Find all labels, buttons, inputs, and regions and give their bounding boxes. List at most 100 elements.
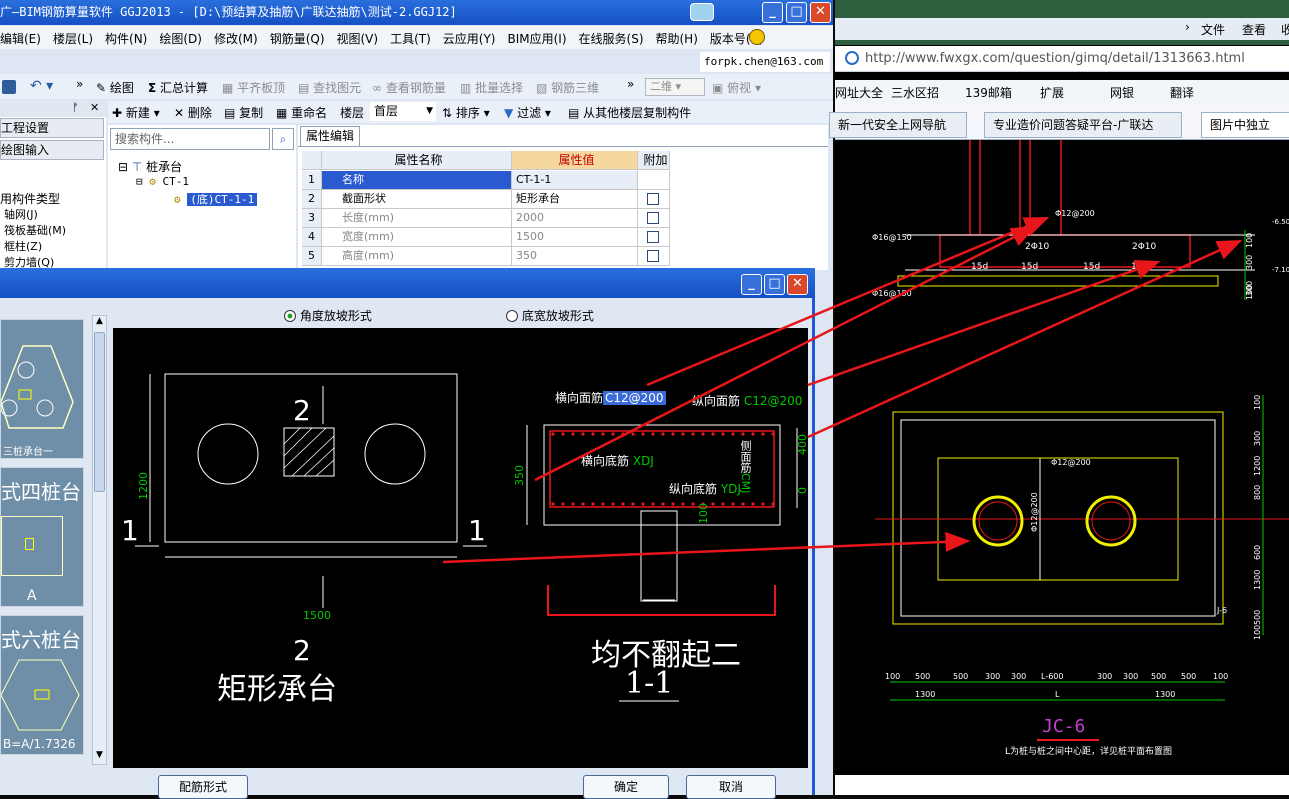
ok-button[interactable]: 确定 <box>583 775 669 799</box>
nav-item[interactable]: 筏板基础(M) <box>4 223 66 239</box>
scroll-thumb[interactable] <box>94 332 105 492</box>
menu-item[interactable]: 帮助(H) <box>656 30 698 47</box>
menu-item[interactable]: 云应用(Y) <box>443 30 496 47</box>
tree-root[interactable]: ⊟ ⊤ 桩承台 <box>118 158 182 175</box>
sum-button[interactable]: Σ 汇总计算 <box>148 79 208 96</box>
address-bar[interactable]: http://www.fwxgx.com/question/gimq/detai… <box>835 46 1289 72</box>
grid-prop-value[interactable]: CT-1-1 <box>512 171 638 190</box>
menu-item[interactable]: 编辑(E) <box>0 30 41 47</box>
nav-item[interactable]: 框柱(Z) <box>4 239 66 255</box>
dialog-minimize-button[interactable]: _ <box>741 274 762 295</box>
grid-prop-name[interactable]: 高度(mm) <box>322 247 512 266</box>
browser-tab[interactable]: 专业造价问题答疑平台-广联达 <box>984 112 1182 138</box>
copy-from-floor-button[interactable]: ▤ 从其他楼层复制构件 <box>568 104 691 121</box>
floor-select[interactable]: 首层 ▼ <box>370 102 436 121</box>
rebar-form-button[interactable]: 配筋形式 <box>158 775 248 799</box>
radio-angle[interactable]: 角度放坡形式 <box>284 307 372 324</box>
dialog-maximize-button[interactable]: □ <box>764 274 785 295</box>
radio-bottom-width[interactable]: 底宽放坡形式 <box>506 307 594 324</box>
nav-draw-input[interactable]: 绘图输入 <box>0 140 104 160</box>
bookmark-item[interactable]: 三水区招 <box>891 84 939 101</box>
thumb-six-pile-sub: B=A/1.7326 <box>3 737 76 751</box>
bookmark-item[interactable]: 网银 <box>1110 84 1134 101</box>
pin-icon[interactable]: ᚠ <box>72 100 79 116</box>
search-input[interactable]: 搜索构件... <box>110 128 270 150</box>
minimize-button[interactable]: _ <box>762 2 783 23</box>
grid-prop-name[interactable]: 长度(mm) <box>322 209 512 228</box>
menu-item[interactable]: 楼层(L) <box>53 30 93 47</box>
cad-canvas[interactable]: 2 2 1 1 1200 1500 矩形承台 横向面筋 C12@200 纵向面筋 … <box>113 328 808 768</box>
browser-nav-arrow[interactable]: › <box>1185 20 1190 34</box>
extra-checkbox[interactable] <box>647 231 659 243</box>
dialog-close-button[interactable]: ✕ <box>787 274 808 295</box>
undo-icon[interactable]: ↶ ▾ <box>30 78 53 94</box>
find-button[interactable]: ▤ 查找图元 <box>298 79 361 96</box>
new-button[interactable]: ✚ 新建 ▾ <box>112 104 160 121</box>
url-text[interactable]: http://www.fwxgx.com/question/gimq/detai… <box>865 51 1245 66</box>
thumb-scrollbar[interactable]: ▲ ▼ <box>92 315 107 765</box>
bookmark-item[interactable]: 翻译 <box>1170 84 1194 101</box>
grid-prop-name[interactable]: 宽度(mm) <box>322 228 512 247</box>
menu-item[interactable]: 钢筋量(Q) <box>270 30 325 47</box>
account-box[interactable]: forpk.chen@163.com ▾ <box>700 52 830 87</box>
copy-button[interactable]: ▤ 复制 <box>224 104 263 121</box>
delete-button[interactable]: ✕ 删除 <box>174 104 212 121</box>
browser-tab[interactable]: 图片中独立 <box>1201 112 1289 138</box>
filter-button[interactable]: ▼ 过滤 ▾ <box>504 104 551 121</box>
cancel-button[interactable]: 取消 <box>686 775 776 799</box>
extra-checkbox[interactable] <box>647 193 659 205</box>
browser-tab[interactable]: 新一代安全上网导航 <box>829 112 967 138</box>
help-face-icon[interactable] <box>749 29 765 45</box>
browser-nav-file[interactable]: 文件 <box>1201 21 1225 38</box>
rename-button[interactable]: ▦ 重命名 <box>276 104 327 121</box>
nav-item[interactable]: 轴网(J) <box>4 207 66 223</box>
nav-project-settings[interactable]: 工程设置 <box>0 118 104 138</box>
menu-item[interactable]: 构件(N) <box>105 30 147 47</box>
extra-checkbox[interactable] <box>647 250 659 262</box>
grid-prop-value[interactable]: 1500 <box>512 228 638 247</box>
tree-leaf[interactable]: ⚙ (底)CT-1-1 <box>174 191 258 207</box>
close-button[interactable]: ✕ <box>810 2 831 23</box>
tree-child[interactable]: ⊟ ⚙ CT-1 <box>136 175 189 188</box>
view-rebar-button[interactable]: ∞ 查看钢筋量 <box>372 79 446 96</box>
grid-prop-value[interactable]: 2000 <box>512 209 638 228</box>
browser-nav-fav[interactable]: 收 <box>1281 21 1289 38</box>
draw-label: 绘图 <box>109 81 134 95</box>
draw-button[interactable]: ✎ 绘图 <box>96 79 134 96</box>
more-icon[interactable]: » <box>76 77 83 91</box>
view-mode-button[interactable]: ▣ 俯视 ▾ <box>712 79 761 96</box>
menu-item[interactable]: BIM应用(I) <box>507 30 566 47</box>
thumb-four-pile[interactable]: 式四桩台 A <box>0 467 84 607</box>
maximize-button[interactable]: □ <box>786 2 807 23</box>
menu-item[interactable]: 在线服务(S) <box>579 30 644 47</box>
assistant-icon[interactable] <box>690 3 714 21</box>
grid-prop-name[interactable]: 名称 <box>322 171 512 190</box>
batch-button[interactable]: ▥ 批量选择 <box>460 79 523 96</box>
scroll-down-icon[interactable]: ▼ <box>93 750 106 764</box>
bookmark-item[interactable]: 139邮箱 <box>965 84 1012 101</box>
tab-property-edit[interactable]: 属性编辑 <box>300 126 360 146</box>
more-icon-2[interactable]: » <box>627 77 634 91</box>
search-icon[interactable]: ⌕ <box>272 128 294 150</box>
menu-item[interactable]: 修改(M) <box>214 30 258 47</box>
bookmark-item[interactable]: 网址大全 <box>835 84 883 101</box>
menu-item[interactable]: 绘图(D) <box>159 30 202 47</box>
save-icon[interactable] <box>2 80 16 94</box>
thumb-three-pile[interactable]: 三桩承台一 <box>0 319 84 459</box>
grid-prop-value[interactable]: 350 <box>512 247 638 266</box>
rebar3d-button[interactable]: ▧ 钢筋三维 <box>536 79 599 96</box>
grid-prop-name[interactable]: 截面形状 <box>322 190 512 209</box>
grid-prop-value[interactable]: 矩形承台 <box>512 190 638 209</box>
thumb-six-pile[interactable]: 式六桩台 B=A/1.7326 <box>0 615 84 755</box>
sort-button[interactable]: ⇅ 排序 ▾ <box>442 104 490 121</box>
browser-nav-view[interactable]: 查看 <box>1242 21 1266 38</box>
nav-close-icon[interactable]: ✕ <box>90 100 99 116</box>
menu-item[interactable]: 视图(V) <box>337 30 379 47</box>
extra-checkbox[interactable] <box>647 212 659 224</box>
view2d-select[interactable]: 二维 ▾ <box>645 78 705 96</box>
scroll-up-icon[interactable]: ▲ <box>93 316 106 330</box>
menu-item[interactable]: 工具(T) <box>390 30 431 47</box>
bookmark-item[interactable]: 扩展 <box>1040 84 1064 101</box>
rebar-dot <box>571 502 575 506</box>
flat-button[interactable]: ▦ 平齐板顶 <box>222 79 285 96</box>
